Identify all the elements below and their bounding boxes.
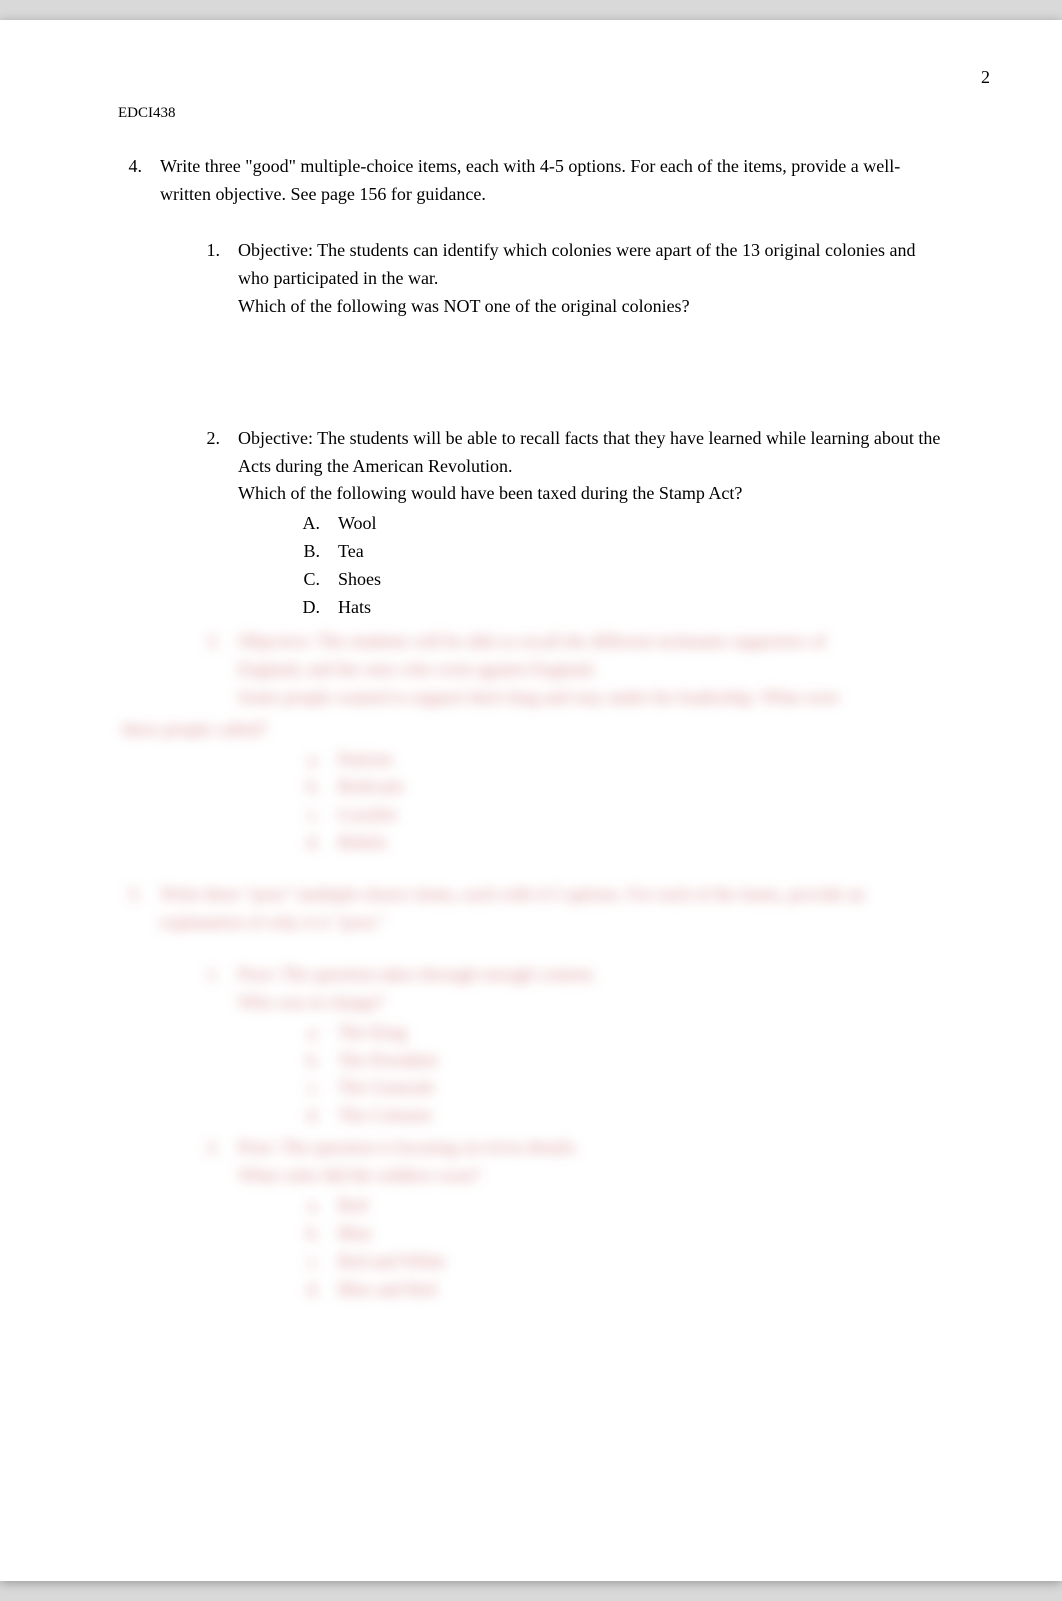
- option-text: Red: [338, 1192, 944, 1220]
- option-letter: b.: [238, 1047, 338, 1075]
- option-letter: A.: [238, 510, 338, 538]
- document-page: 2 EDCI438 4. Write three "good" multiple…: [0, 20, 1062, 1581]
- sub-item-2: 2. Objective: The students will be able …: [160, 425, 944, 622]
- sub-item-number: 3.: [160, 628, 238, 712]
- option-letter: d.: [238, 829, 338, 857]
- question-content: Write three "good" multiple-choice items…: [160, 153, 944, 861]
- sub-item-number: 1.: [160, 961, 238, 1130]
- option-d: D. Hats: [238, 594, 944, 622]
- blurred-sub-2: 2. Poor: The question is focusing on tri…: [160, 1134, 944, 1303]
- page-number: 2: [981, 64, 990, 92]
- option-text: Tea: [338, 538, 944, 566]
- blurred-line: England, and the ones who went against E…: [238, 656, 944, 684]
- option-letter: a.: [238, 1192, 338, 1220]
- blurred-line: Who was in charge?: [238, 989, 944, 1017]
- option-text: Red and White: [338, 1248, 944, 1276]
- sub-item-number: 2.: [160, 1134, 238, 1303]
- question-prompt: Write three "good" multiple-choice items…: [160, 153, 944, 209]
- sub-item-1: 1. Objective: The students can identify …: [160, 237, 944, 321]
- option-text: Rebels: [338, 829, 944, 857]
- blurred-line: Poor: The question is focusing on trivia…: [238, 1134, 944, 1162]
- option-text: Hats: [338, 594, 944, 622]
- option-b: B. Tea: [238, 538, 944, 566]
- question-4: 4. Write three "good" multiple-choice it…: [118, 153, 944, 861]
- option-letter: c.: [238, 1248, 338, 1276]
- option-letter: D.: [238, 594, 338, 622]
- option-text: The Generals: [338, 1074, 944, 1102]
- option-text: Shoes: [338, 566, 944, 594]
- option-letter: B.: [238, 538, 338, 566]
- option-a: A. Wool: [238, 510, 944, 538]
- option-letter: a.: [238, 1019, 338, 1047]
- question-number: 5.: [118, 881, 160, 1307]
- option-text: Patriots: [338, 746, 944, 774]
- option-letter: C.: [238, 566, 338, 594]
- question-5-blurred: 5. Write three "poor" multiple-choice it…: [118, 881, 944, 1307]
- question-number: 4.: [118, 153, 160, 861]
- option-letter: c.: [238, 1074, 338, 1102]
- blurred-hanging-line: these people called?: [122, 716, 944, 744]
- sub-item-number: 1.: [160, 237, 238, 321]
- question-prompt-blurred: Write three "poor" multiple-choice items…: [160, 881, 944, 937]
- option-text: Blue: [338, 1220, 944, 1248]
- objective-text: Objective: The students can identify whi…: [238, 237, 944, 293]
- option-letter: d.: [238, 1102, 338, 1130]
- objective-text: Objective: The students will be able to …: [238, 425, 944, 481]
- option-text: The Colonist: [338, 1102, 944, 1130]
- blurred-line: Objective: The students will be able to …: [238, 628, 944, 656]
- option-letter: d.: [238, 1276, 338, 1304]
- header-course-code: EDCI438: [118, 102, 944, 125]
- option-text: The King: [338, 1019, 944, 1047]
- blurred-options: a. Patriots b. Redcoats c. Loyalist: [160, 744, 944, 858]
- option-letter: b.: [238, 1220, 338, 1248]
- option-letter: c.: [238, 801, 338, 829]
- blurred-line: Some people wanted to support their king…: [238, 684, 944, 712]
- blurred-line: Poor: The question takes through enough …: [238, 961, 944, 989]
- sub-item-number: 2.: [160, 425, 238, 622]
- option-letter: a.: [238, 746, 338, 774]
- option-text: Blue and Red: [338, 1276, 944, 1304]
- option-letter: b.: [238, 773, 338, 801]
- option-text: The President: [338, 1047, 944, 1075]
- option-text: Redcoats: [338, 773, 944, 801]
- option-text: Loyalist: [338, 801, 944, 829]
- blurred-sub-1: 1. Poor: The question takes through enou…: [160, 961, 944, 1130]
- sub-item-3-blurred: 3. Objective: The students will be able …: [160, 628, 944, 712]
- option-text: Wool: [338, 510, 944, 538]
- blurred-line: What color did the soldiers wear?: [238, 1162, 944, 1190]
- question-text: Which of the following would have been t…: [238, 480, 944, 508]
- question-text: Which of the following was NOT one of th…: [238, 293, 944, 321]
- option-c: C. Shoes: [238, 566, 944, 594]
